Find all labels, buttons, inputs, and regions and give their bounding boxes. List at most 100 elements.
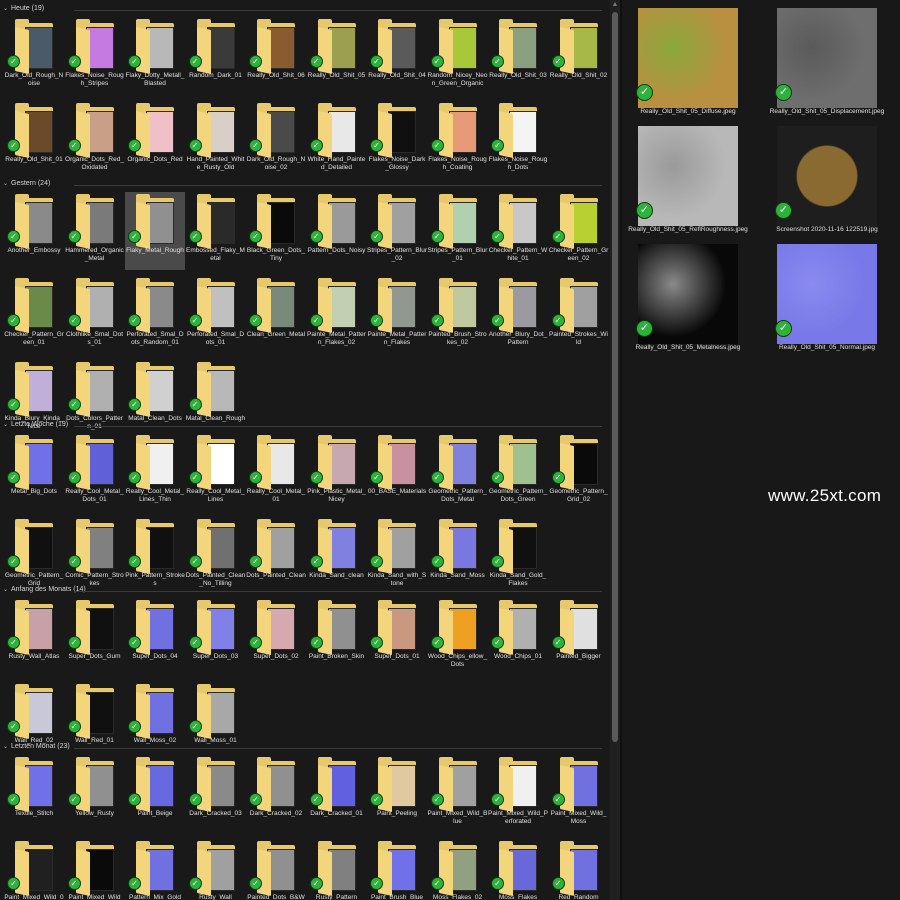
folder-item[interactable]: ✓ Geometric_Pattern_Grid_02 xyxy=(549,433,609,511)
folder-item[interactable]: ✓ Textile_Stitch xyxy=(4,755,64,833)
folder-item[interactable]: ✓ Rusty_Wall_Atlas xyxy=(4,598,64,676)
group-header[interactable]: ⌄ Letzte Woche (19) xyxy=(0,419,606,433)
folder-item[interactable]: ✓ Moss_Flakes_02 xyxy=(428,839,488,900)
folder-item[interactable]: ✓ Flaky_Metal_Rough xyxy=(125,192,185,270)
folder-item[interactable]: ✓ Stripes_Pattern_Blur_02 xyxy=(367,192,427,270)
folder-item[interactable]: ✓ Yellow_Rusty xyxy=(65,755,125,833)
folder-item[interactable]: ✓ Super_Dots_01 xyxy=(367,598,427,676)
folder-item[interactable]: ✓ Painted_Dots_B&W xyxy=(246,839,306,900)
folder-item[interactable]: ✓ Really_Old_Shit_05 xyxy=(307,17,367,95)
folder-item[interactable]: ✓ Painted_Bigger xyxy=(549,598,609,676)
folder-item[interactable]: ✓ Super_Dots_02 xyxy=(246,598,306,676)
folder-item[interactable]: ✓ Perforated_Smal_Dots_Random_01 xyxy=(125,276,185,354)
folder-icon xyxy=(378,757,422,812)
folder-item[interactable]: ✓ Painte_Metal_Pattern_Flakes_02 xyxy=(307,276,367,354)
folder-item[interactable]: ✓ Dark_Old_Rough_Noise_02 xyxy=(246,101,306,179)
folder-item[interactable]: ✓ Dark_Cracked_01 xyxy=(307,755,367,833)
folder-item[interactable]: ✓ Checker_Pattern_Green_02 xyxy=(549,192,609,270)
folder-item[interactable]: ✓ Dark_Cracked_02 xyxy=(246,755,306,833)
folder-item[interactable]: ✓ Dark_Old_Rough_Noise xyxy=(4,17,64,95)
folder-item[interactable]: ✓ Flakes_Noise_Rough_Stripes xyxy=(65,17,125,95)
folder-item[interactable]: ✓ Really_Old_Shit_06 xyxy=(246,17,306,95)
folder-item[interactable]: ✓ Painte_Metal_Pattern_Flakes xyxy=(367,276,427,354)
folder-item[interactable]: ✓ Really_Old_Shit_04 xyxy=(367,17,427,95)
folder-item[interactable]: ✓ Paint_Broken_Skin xyxy=(307,598,367,676)
folder-item[interactable]: ✓ Painted_Brush_Strokes_02 xyxy=(428,276,488,354)
folder-item[interactable]: ✓ Checker_Pattern_Green_01 xyxy=(4,276,64,354)
folder-item[interactable]: ✓ Paint_Brush_Blue xyxy=(367,839,427,900)
folder-item[interactable]: ✓ Paint_Mixed_Wild_Blue xyxy=(428,755,488,833)
folder-item[interactable]: ✓ 00_BASE_Materials xyxy=(367,433,427,511)
folder-item[interactable]: ✓ Perforated_Smal_Dots_01 xyxy=(186,276,246,354)
folder-item[interactable]: ✓ Geometric_Pattern_Dots_Green xyxy=(488,433,548,511)
folder-item[interactable]: ✓ Really_Cool_Metal_01 xyxy=(246,433,306,511)
folder-item[interactable]: ✓ Super_Dots_04 xyxy=(125,598,185,676)
folder-item[interactable]: ✓ Paint_Mixed_Wild_02 xyxy=(4,839,64,900)
folder-item[interactable]: ✓ Random_Dark_01 xyxy=(186,17,246,95)
folder-item[interactable]: ✓ Really_Old_Shit_03 xyxy=(488,17,548,95)
chevron-down-icon[interactable]: ⌄ xyxy=(3,584,11,596)
folder-item[interactable]: ✓ Dark_Cracked_03 xyxy=(186,755,246,833)
folder-item[interactable]: ✓ Hand_Painted_White_Rusty_Old xyxy=(186,101,246,179)
folder-item[interactable]: ✓ Pink_Plastic_Metal_Nicey xyxy=(307,433,367,511)
folder-item[interactable]: ✓ Organic_Dots_Red xyxy=(125,101,185,179)
folder-item[interactable]: ✓ Stripes_Pattern_Blur_01 xyxy=(428,192,488,270)
folder-item[interactable]: ✓ Geometric_Pattern_Dots_Metal xyxy=(428,433,488,511)
folder-item[interactable]: ✓ Really_Cool_Metal_Lines xyxy=(186,433,246,511)
folder-item[interactable]: ✓ Clean_Green_Metal xyxy=(246,276,306,354)
folder-item[interactable]: ✓ Wood_Chips_01 xyxy=(488,598,548,676)
folder-item[interactable]: ✓ Really_Old_Shit_01 xyxy=(4,101,64,179)
folder-item[interactable]: ✓ Pattern_Dots_Noisy xyxy=(307,192,367,270)
preview-file[interactable]: ✓ Really_Old_Shit_05_Metalness.jpeg xyxy=(622,236,742,356)
folder-item[interactable]: ✓ Hammered_Organic_Metal xyxy=(65,192,125,270)
folder-item[interactable]: ✓ Really_Cool_Metal_Dots_01 xyxy=(65,433,125,511)
folder-item[interactable]: ✓ Checker_Pattern_White_01 xyxy=(488,192,548,270)
folder-item[interactable]: ✓ White_Hand_Painted_Detailed xyxy=(307,101,367,179)
folder-item[interactable]: ✓ Embossed_Flaky_Metal xyxy=(186,192,246,270)
folder-item[interactable]: ✓ Clothlike_Smal_Dots_01 xyxy=(65,276,125,354)
folder-item[interactable]: ✓ Another_Embossy xyxy=(4,192,64,270)
folder-item[interactable]: ✓ Flakes_Noise_Rough_Coating xyxy=(428,101,488,179)
file-list-pane[interactable]: ⌄ Heute (19) ✓ Dark_Old_Rough_Noise ✓ Flakes_… xyxy=(0,0,610,900)
group-header[interactable]: ⌄ Heute (19) xyxy=(0,3,606,17)
folder-item[interactable]: ✓ Painted_Strokes_Wild xyxy=(549,276,609,354)
preview-file[interactable]: ✓ Really_Old_Shit_05_Normal.jpeg xyxy=(761,236,881,356)
folder-item[interactable]: ✓ Red_Random xyxy=(549,839,609,900)
group-header[interactable]: ⌄ Letzten Monat (23) xyxy=(0,741,606,755)
folder-item[interactable]: ✓ Flaky_Dotty_Metall_Blasted xyxy=(125,17,185,95)
folder-item[interactable]: ✓ Black_Green_Dots_Tiny xyxy=(246,192,306,270)
folder-item[interactable]: ✓ Really_Old_Shit_02 xyxy=(549,17,609,95)
preview-file[interactable]: ✓ Really_Old_Shit_05_ReflRoughness.jpeg xyxy=(622,118,748,238)
preview-file[interactable]: ✓ Really_Old_Shit_05_Displacement.jpeg xyxy=(761,0,884,120)
folder-item[interactable]: ✓ Paint_Mixed_Wild_Moss xyxy=(549,755,609,833)
folder-item[interactable]: ✓ Paint_Peeling xyxy=(367,755,427,833)
folder-item[interactable]: ✓ Wood_Chips_ellow_Dots xyxy=(428,598,488,676)
folder-item[interactable]: ✓ Pattern_Mix_Gold xyxy=(125,839,185,900)
folder-item[interactable]: ✓ Random_Nicey_Neon_Green_Organic xyxy=(428,17,488,95)
folder-item[interactable]: ✓ Paint_Mixed_Wild xyxy=(65,839,125,900)
preview-file[interactable]: ✓ Really_Old_Shit_05_Diffuse.jpeg xyxy=(622,0,742,120)
folder-item[interactable]: ✓ Flakes_Noise_Rough_Dots xyxy=(488,101,548,179)
scrollbar-thumb[interactable] xyxy=(612,12,618,742)
folder-item[interactable]: ✓ Paint_Mixed_Wild_Perforated xyxy=(488,755,548,833)
folder-item[interactable]: ✓ Paint_Beige xyxy=(125,755,185,833)
folder-item[interactable]: ✓ Flakes_Noise_Dark_Glossy xyxy=(367,101,427,179)
folder-icon xyxy=(15,519,59,574)
scroll-up-arrow-icon[interactable]: ▲ xyxy=(610,0,620,10)
group-header[interactable]: ⌄ Anfang des Monats (14) xyxy=(0,584,606,598)
preview-file[interactable]: ✓ Screenshot 2020-11-16 122519.jpg xyxy=(761,118,881,238)
folder-item[interactable]: ✓ Moss_Flakes xyxy=(488,839,548,900)
folder-item[interactable]: ✓ Really_Cool_Metal_Lines_Thin xyxy=(125,433,185,511)
folder-item[interactable]: ✓ Rusty_Wall xyxy=(186,839,246,900)
folder-item[interactable]: ✓ Another_Blury_Dot_Pattern xyxy=(488,276,548,354)
folder-item[interactable]: ✓ Super_Dots_Gum xyxy=(65,598,125,676)
folder-item[interactable]: ✓ Super_Dots_03 xyxy=(186,598,246,676)
chevron-down-icon[interactable]: ⌄ xyxy=(3,3,11,15)
group-header[interactable]: ⌄ Gestern (24) xyxy=(0,178,606,192)
chevron-down-icon[interactable]: ⌄ xyxy=(3,419,11,431)
folder-item[interactable]: ✓ Organic_Dots_Red_Oxidated xyxy=(65,101,125,179)
folder-item[interactable]: ✓ Metal_Big_Dots xyxy=(4,433,64,511)
chevron-down-icon[interactable]: ⌄ xyxy=(3,741,11,753)
folder-item[interactable]: ✓ Rusty_Pattern xyxy=(307,839,367,900)
chevron-down-icon[interactable]: ⌄ xyxy=(3,178,11,190)
